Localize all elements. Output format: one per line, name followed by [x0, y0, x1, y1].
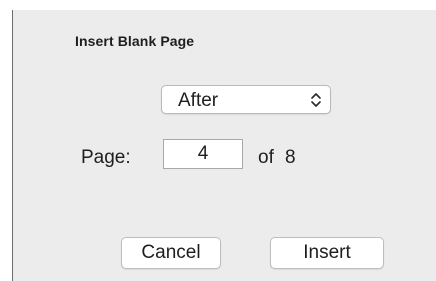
up-down-chevron-icon — [311, 93, 321, 107]
total-pages-count: 8 — [285, 147, 296, 168]
page-label: Page: — [81, 147, 131, 168]
cancel-button[interactable]: Cancel — [121, 237, 221, 269]
insert-button[interactable]: Insert — [270, 237, 384, 269]
page-number-input[interactable] — [163, 139, 243, 169]
position-select-value: After — [178, 90, 219, 111]
dialog-title: Insert Blank Page — [75, 33, 195, 49]
of-label: of — [258, 147, 274, 168]
position-select[interactable]: After — [161, 85, 331, 114]
insert-blank-page-dialog: Insert Blank Page After Page: of 8 Cance… — [12, 10, 436, 281]
